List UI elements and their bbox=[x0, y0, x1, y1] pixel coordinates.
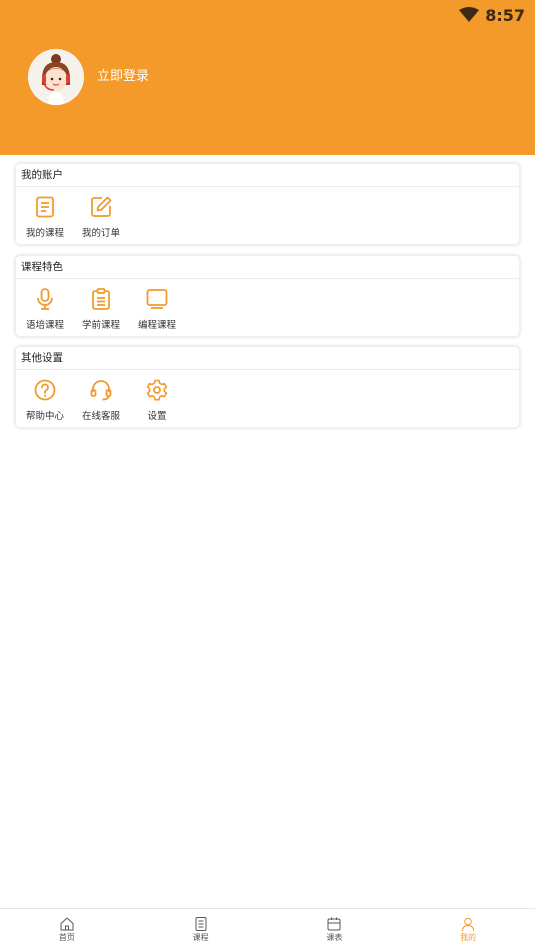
tab-mine[interactable]: 我的 bbox=[401, 909, 535, 951]
monitor-icon bbox=[146, 289, 168, 309]
tab-courses[interactable]: 课程 bbox=[134, 909, 268, 951]
section-title: 其他设置 bbox=[16, 347, 519, 370]
online-service-button[interactable]: 在线客服 bbox=[73, 370, 129, 427]
help-center-button[interactable]: 帮助中心 bbox=[17, 370, 73, 427]
tab-schedule[interactable]: 课表 bbox=[268, 909, 402, 951]
item-label: 在线客服 bbox=[81, 411, 120, 422]
avatar-girl-headset-icon bbox=[28, 49, 84, 105]
item-label: 我的订单 bbox=[81, 228, 120, 239]
user-icon bbox=[462, 917, 475, 932]
status-bar: 8:57 bbox=[459, 4, 525, 26]
section-other-settings: 其他设置 帮助中心 在线客服 设置 bbox=[15, 346, 520, 428]
preschool-courses-button[interactable]: 学前课程 bbox=[73, 279, 129, 336]
tab-home[interactable]: 首页 bbox=[0, 909, 134, 951]
microphone-icon bbox=[37, 288, 53, 310]
wifi-icon bbox=[459, 7, 480, 23]
document-icon bbox=[36, 196, 54, 218]
help-icon bbox=[34, 379, 56, 401]
status-time: 8:57 bbox=[485, 5, 525, 25]
section-title: 我的账户 bbox=[16, 164, 519, 187]
profile-header: 8:57 立即登录 bbox=[0, 0, 535, 155]
language-courses-button[interactable]: 语培课程 bbox=[17, 279, 73, 336]
programming-courses-button[interactable]: 编程课程 bbox=[129, 279, 185, 336]
schedule-icon bbox=[327, 917, 341, 931]
tab-label: 课程 bbox=[192, 933, 209, 942]
item-label: 帮助中心 bbox=[25, 411, 64, 422]
section-my-account: 我的账户 我的课程 我的订单 bbox=[15, 163, 520, 245]
tab-label: 首页 bbox=[58, 933, 75, 942]
tab-label: 我的 bbox=[460, 933, 477, 942]
item-label: 编程课程 bbox=[137, 320, 176, 331]
settings-button[interactable]: 设置 bbox=[129, 370, 185, 427]
my-courses-button[interactable]: 我的课程 bbox=[17, 187, 73, 244]
home-icon bbox=[60, 917, 74, 931]
headset-icon bbox=[90, 380, 112, 401]
bottom-tab-bar: 首页 课程 课表 我的 bbox=[0, 908, 535, 951]
item-label: 设置 bbox=[147, 411, 167, 422]
gear-icon bbox=[146, 379, 168, 401]
edit-icon bbox=[91, 196, 112, 217]
item-label: 学前课程 bbox=[81, 320, 120, 331]
clipboard-icon bbox=[92, 288, 110, 310]
section-course-features: 课程特色 语培课程 学前课程 编程课程 bbox=[15, 255, 520, 337]
tab-label: 课表 bbox=[326, 933, 343, 942]
item-label: 语培课程 bbox=[25, 320, 64, 331]
my-orders-button[interactable]: 我的订单 bbox=[73, 187, 129, 244]
avatar[interactable] bbox=[28, 49, 84, 105]
book-icon bbox=[195, 917, 207, 931]
section-title: 课程特色 bbox=[16, 256, 519, 279]
item-label: 我的课程 bbox=[25, 228, 64, 239]
login-button[interactable]: 立即登录 bbox=[97, 68, 149, 86]
